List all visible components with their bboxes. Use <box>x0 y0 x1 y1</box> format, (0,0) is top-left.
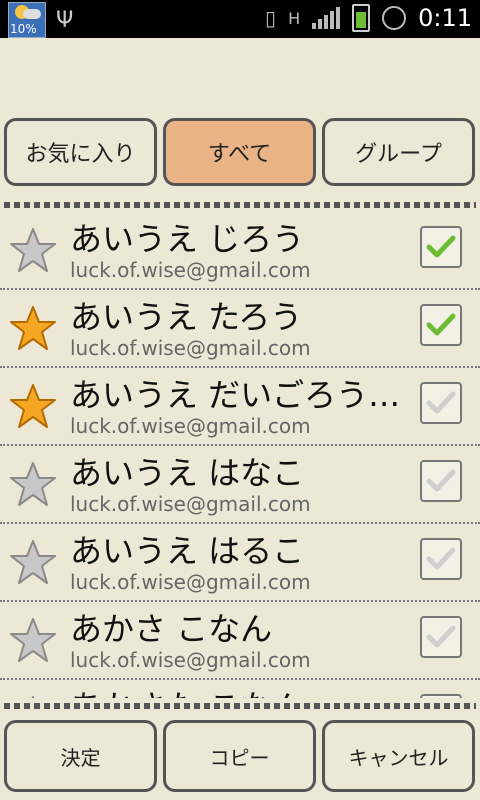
select-checkbox[interactable] <box>420 226 462 268</box>
contact-name: あかさた こなん <box>70 682 410 698</box>
contact-name: あいうえ たろう <box>70 298 303 336</box>
contact-email: luck.of.wise@gmail.com <box>70 570 311 594</box>
contact-row[interactable]: あいうえ じろう luck.of.wise@gmail.com <box>0 212 480 290</box>
contact-email: luck.of.wise@gmail.com <box>70 336 311 360</box>
select-checkbox[interactable] <box>420 382 462 424</box>
select-checkbox[interactable] <box>420 538 462 580</box>
favorite-star-icon[interactable] <box>8 460 58 510</box>
contact-list[interactable]: あいうえ じろう luck.of.wise@gmail.com あいうえ たろう lu… <box>0 212 480 698</box>
contact-email: luck.of.wise@gmail.com <box>70 492 311 516</box>
contact-row[interactable]: あかさた こなん <box>0 680 480 698</box>
select-checkbox[interactable] <box>420 460 462 502</box>
usb-icon: Ψ <box>56 7 74 33</box>
weather-percent: 10% <box>10 22 37 36</box>
contact-email: luck.of.wise@gmail.com <box>70 258 311 282</box>
favorite-star-icon[interactable] <box>8 694 58 698</box>
select-checkbox[interactable] <box>420 694 462 698</box>
check-icon <box>426 469 456 492</box>
contact-row[interactable]: あいうえ だいごろう… luck.of.wise@gmail.com <box>0 368 480 446</box>
contact-row[interactable]: あいうえ たろう luck.of.wise@gmail.com <box>0 290 480 368</box>
battery-icon <box>352 4 371 32</box>
list-top-divider <box>4 202 476 208</box>
alarm-icon <box>382 6 407 30</box>
contact-row[interactable]: あいうえ はなこ luck.of.wise@gmail.com <box>0 446 480 524</box>
favorite-star-icon[interactable] <box>8 226 58 276</box>
signal-icon <box>312 7 341 29</box>
check-icon <box>426 235 456 258</box>
select-checkbox[interactable] <box>420 304 462 346</box>
tab-favorites[interactable]: お気に入り <box>4 118 157 186</box>
contact-row[interactable]: あかさ こなん luck.of.wise@gmail.com <box>0 602 480 680</box>
contact-email: luck.of.wise@gmail.com <box>70 648 311 672</box>
check-icon <box>426 547 456 570</box>
vibrate-icon: ▯ <box>265 6 277 30</box>
list-bottom-divider <box>4 703 476 709</box>
cancel-button[interactable]: キャンセル <box>322 720 475 792</box>
favorite-star-icon[interactable] <box>8 616 58 666</box>
check-icon <box>426 625 456 648</box>
favorite-star-icon[interactable] <box>8 538 58 588</box>
select-checkbox[interactable] <box>420 616 462 658</box>
weather-icon: 10% <box>8 2 46 38</box>
tab-all[interactable]: すべて <box>163 118 316 186</box>
contact-name: あいうえ じろう <box>70 220 305 258</box>
network-type-icon: H <box>288 8 301 28</box>
copy-button[interactable]: コピー <box>163 720 316 792</box>
contact-email: luck.of.wise@gmail.com <box>70 414 311 438</box>
clock-time: 0:11 <box>418 4 472 32</box>
tab-bar: お気に入り すべて グループ <box>4 118 476 186</box>
contact-name: あいうえ はなこ <box>70 454 305 492</box>
check-icon <box>426 391 456 414</box>
tab-groups[interactable]: グループ <box>322 118 475 186</box>
favorite-star-icon[interactable] <box>8 304 58 354</box>
ok-button[interactable]: 決定 <box>4 720 157 792</box>
favorite-star-icon[interactable] <box>8 382 58 432</box>
action-bar: 決定 コピー キャンセル <box>4 720 476 792</box>
contact-row[interactable]: あいうえ はるこ luck.of.wise@gmail.com <box>0 524 480 602</box>
contact-name: あいうえ はるこ <box>70 532 305 570</box>
contact-name: あいうえ だいごろう… <box>70 376 401 414</box>
status-bar: 10% Ψ ▯ H 0:11 <box>0 0 480 38</box>
contact-name: あかさ こなん <box>70 610 273 648</box>
check-icon <box>426 313 456 336</box>
